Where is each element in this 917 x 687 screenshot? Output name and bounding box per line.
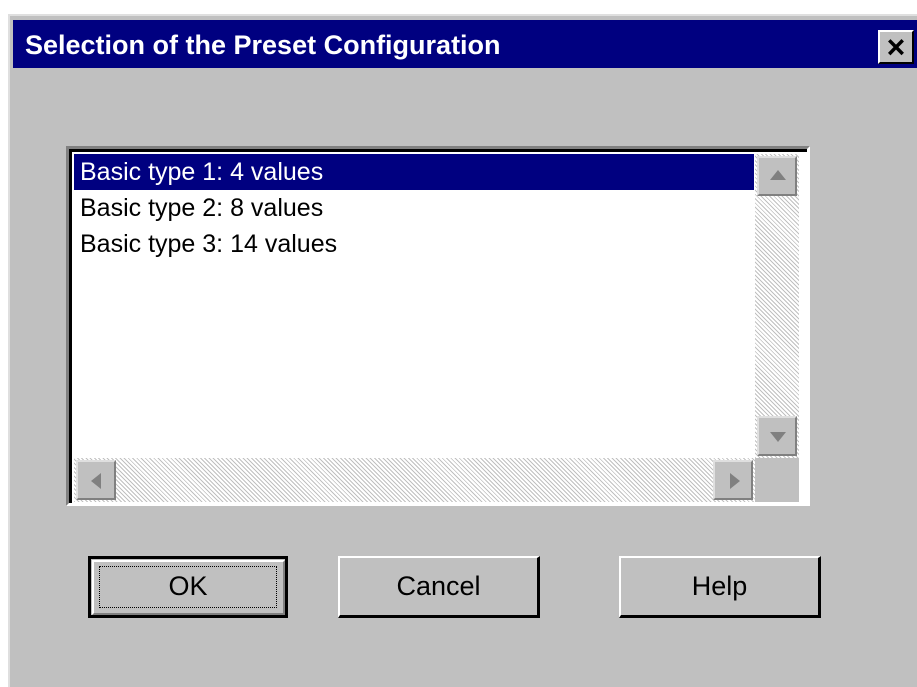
scroll-right-button[interactable] bbox=[713, 460, 753, 500]
listbox-frame: Basic type 1: 4 values Basic type 2: 8 v… bbox=[69, 149, 807, 503]
help-button[interactable]: Help bbox=[619, 556, 821, 618]
ok-button-label: OK bbox=[99, 566, 277, 608]
scroll-left-icon bbox=[91, 473, 101, 489]
configuration-listbox[interactable]: Basic type 1: 4 values Basic type 2: 8 v… bbox=[66, 146, 810, 506]
vertical-scrollbar[interactable] bbox=[755, 154, 799, 458]
horizontal-scrollbar[interactable] bbox=[74, 458, 755, 502]
close-icon: × bbox=[886, 29, 906, 65]
scrollbar-corner bbox=[755, 458, 799, 502]
close-button[interactable]: × bbox=[878, 29, 914, 65]
cancel-button[interactable]: Cancel bbox=[338, 556, 540, 618]
window-title: Selection of the Preset Configuration bbox=[25, 30, 501, 60]
list-item-basic-type-2[interactable]: Basic type 2: 8 values bbox=[74, 190, 754, 226]
list-item-basic-type-1[interactable]: Basic type 1: 4 values bbox=[74, 154, 754, 190]
scroll-up-button[interactable] bbox=[757, 156, 797, 196]
scroll-right-icon bbox=[730, 473, 740, 489]
scroll-down-button[interactable] bbox=[757, 416, 797, 456]
title-bar[interactable]: Selection of the Preset Configuration × bbox=[13, 20, 917, 68]
scroll-left-button[interactable] bbox=[76, 460, 116, 500]
preset-configuration-dialog: Selection of the Preset Configuration × … bbox=[8, 14, 917, 687]
scroll-down-icon bbox=[770, 432, 786, 442]
scroll-up-icon bbox=[770, 170, 786, 180]
ok-button[interactable]: OK bbox=[88, 556, 288, 618]
list-item-basic-type-3[interactable]: Basic type 3: 14 values bbox=[74, 226, 754, 262]
